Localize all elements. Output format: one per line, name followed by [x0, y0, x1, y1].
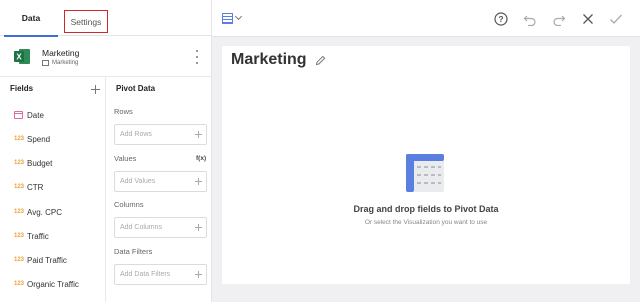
svg-text:?: ? [498, 14, 503, 24]
redo-icon[interactable] [552, 12, 566, 26]
add-data-filters-placeholder: Add Data Filters [120, 271, 171, 278]
field-label: Paid Traffic [27, 255, 67, 265]
table-visualization-icon [222, 13, 233, 24]
panel-tabs: Data Settings [0, 0, 211, 37]
number-type-icon: 123 [14, 184, 25, 190]
editor-toolbar: ? [212, 0, 640, 37]
add-data-filters-dropzone[interactable]: Add Data Filters [114, 264, 207, 285]
field-label: Budget [27, 158, 53, 168]
check-icon[interactable] [609, 12, 623, 26]
field-label: CTR [27, 182, 44, 192]
empty-state-subtitle: Or select the Visualization you want to … [364, 219, 488, 226]
values-label: Values [114, 154, 137, 163]
tab-settings[interactable]: Settings [64, 10, 108, 33]
table-icon [42, 60, 49, 66]
empty-state-title: Drag and drop fields to Pivot Data [353, 204, 499, 214]
field-ctr[interactable]: 123 CTR [14, 181, 43, 193]
add-columns-dropzone[interactable]: Add Columns [114, 217, 207, 238]
add-columns-placeholder: Add Columns [120, 224, 163, 231]
tab-data[interactable]: Data [0, 0, 62, 37]
add-rows-icon [195, 131, 202, 138]
pivot-header: Pivot Data [116, 84, 156, 93]
pivot-table-icon [406, 154, 444, 192]
data-filters-label: Data Filters [114, 247, 153, 256]
more-options-icon[interactable] [194, 50, 200, 64]
excel-icon: X [14, 49, 30, 64]
datasource-name: Marketing [42, 48, 80, 58]
add-values-icon [195, 178, 202, 185]
add-data-filters-icon [195, 271, 202, 278]
number-type-icon: 123 [14, 233, 25, 239]
number-type-icon: 123 [14, 136, 25, 142]
pencil-icon[interactable] [315, 55, 326, 66]
fields-list: Fields Date 123 Spend 123 Budget 123 CTR… [0, 77, 106, 302]
number-type-icon: 123 [14, 281, 25, 287]
chevron-down-icon [234, 12, 243, 21]
close-icon[interactable] [581, 12, 595, 26]
add-rows-placeholder: Add Rows [120, 131, 152, 138]
help-icon[interactable]: ? [494, 12, 508, 26]
field-label: Spend [27, 134, 51, 144]
pivot-data-editor: Pivot Data Rows Add Rows Values f(x) Add… [106, 77, 211, 302]
field-avg-cpc[interactable]: 123 Avg. CPC [14, 206, 62, 218]
datasource-sheet: Marketing [42, 60, 78, 66]
field-label: Organic Traffic [27, 279, 79, 289]
number-type-icon: 123 [14, 257, 25, 263]
add-field-icon[interactable] [91, 85, 100, 94]
field-budget[interactable]: 123 Budget [14, 157, 52, 169]
columns-label: Columns [114, 200, 144, 209]
visualization-canvas: Marketing Drag and drop fields to Pivot … [222, 46, 630, 284]
undo-icon[interactable] [523, 12, 537, 26]
add-rows-dropzone[interactable]: Add Rows [114, 124, 207, 145]
visualization-picker-button[interactable] [222, 12, 246, 25]
field-label: Date [27, 110, 44, 120]
number-type-icon: 123 [14, 209, 25, 215]
field-organic-traffic[interactable]: 123 Organic Traffic [14, 278, 79, 290]
visualization-title[interactable]: Marketing [231, 51, 307, 69]
field-spend[interactable]: 123 Spend [14, 133, 50, 145]
field-paid-traffic[interactable]: 123 Paid Traffic [14, 254, 67, 266]
svg-text:X: X [16, 53, 22, 62]
datasource-header: X Marketing Marketing [0, 36, 211, 77]
rows-label: Rows [114, 107, 133, 116]
add-columns-icon [195, 224, 202, 231]
fields-header: Fields [10, 84, 34, 93]
calendar-icon [14, 111, 23, 119]
field-label: Avg. CPC [27, 207, 62, 217]
function-icon[interactable]: f(x) [196, 155, 206, 162]
field-traffic[interactable]: 123 Traffic [14, 230, 49, 242]
field-label: Traffic [27, 231, 49, 241]
data-panel: Data Settings X Marketing Marketing Fiel… [0, 0, 212, 302]
add-values-dropzone[interactable]: Add Values [114, 171, 207, 192]
datasource-sheet-label: Marketing [52, 60, 79, 66]
add-values-placeholder: Add Values [120, 178, 156, 185]
field-date[interactable]: Date [14, 109, 44, 121]
number-type-icon: 123 [14, 160, 25, 166]
